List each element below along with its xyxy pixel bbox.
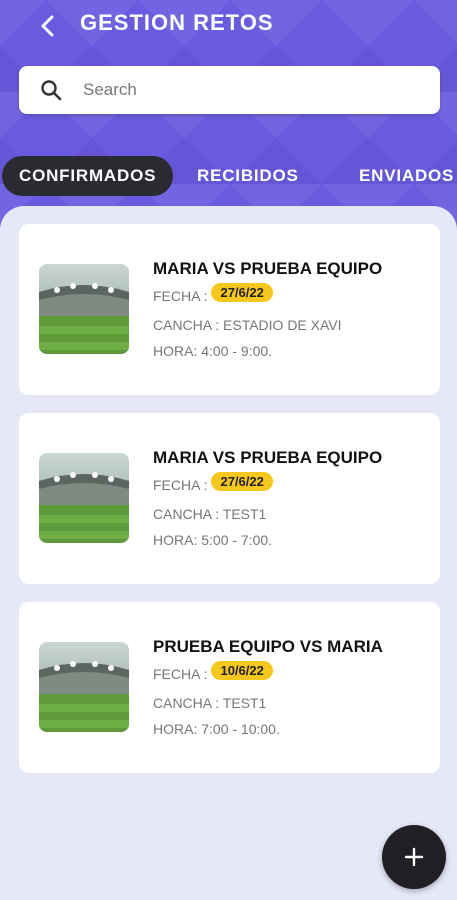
date-badge: 27/6/22 — [211, 283, 273, 302]
search-input[interactable] — [83, 80, 403, 100]
fecha-label: FECHA : — [153, 476, 208, 493]
list-item[interactable]: MARIA VS PRUEBA EQUIPO FECHA : 27/6/22 C… — [19, 224, 440, 395]
match-title: MARIA VS PRUEBA EQUIPO — [153, 448, 383, 467]
tab-confirmados[interactable]: CONFIRMADOS — [2, 156, 174, 196]
list-item[interactable]: PRUEBA EQUIPO VS MARIA FECHA : 10/6/22 C… — [19, 602, 440, 773]
page-title: GESTION RETOS — [80, 10, 274, 35]
hora-text: HORA: 4:00 - 9:00. — [153, 343, 273, 359]
match-title: PRUEBA EQUIPO VS MARIA — [153, 637, 383, 656]
tab-recibidos[interactable]: RECIBIDOS — [197, 156, 299, 196]
fecha-row: FECHA : 10/6/22 — [153, 661, 273, 683]
tab-label: ENVIADOS — [359, 166, 455, 185]
cancha-text: CANCHA : TEST1 — [153, 506, 267, 522]
challenge-list: MARIA VS PRUEBA EQUIPO FECHA : 27/6/22 C… — [0, 206, 457, 900]
match-title: MARIA VS PRUEBA EQUIPO — [153, 259, 383, 278]
fecha-label: FECHA : — [153, 287, 208, 304]
chevron-left-icon — [41, 15, 54, 37]
cancha-text: CANCHA : TEST1 — [153, 695, 267, 711]
search-bar[interactable] — [19, 66, 440, 114]
stadium-image — [39, 264, 129, 354]
cancha-text: CANCHA : ESTADIO DE XAVI — [153, 317, 342, 333]
plus-icon — [404, 847, 424, 867]
app-header: GESTION RETOS CONFIRMADOS RECIBIDOS ENVI… — [0, 0, 457, 232]
add-challenge-button[interactable] — [382, 825, 446, 889]
stadium-image — [39, 453, 129, 543]
fecha-row: FECHA : 27/6/22 — [153, 472, 273, 494]
tab-label: RECIBIDOS — [197, 166, 299, 185]
date-badge: 10/6/22 — [211, 661, 273, 680]
stadium-image — [39, 642, 129, 732]
hora-text: HORA: 7:00 - 10:00. — [153, 721, 280, 737]
tab-bar: CONFIRMADOS RECIBIDOS ENVIADOS — [0, 156, 457, 196]
hora-text: HORA: 5:00 - 7:00. — [153, 532, 273, 548]
list-item[interactable]: MARIA VS PRUEBA EQUIPO FECHA : 27/6/22 C… — [19, 413, 440, 584]
tab-label: CONFIRMADOS — [19, 166, 157, 185]
fecha-row: FECHA : 27/6/22 — [153, 283, 273, 305]
date-badge: 27/6/22 — [211, 472, 273, 491]
back-button[interactable] — [34, 12, 62, 40]
tab-enviados[interactable]: ENVIADOS — [359, 156, 454, 196]
fecha-label: FECHA : — [153, 665, 208, 682]
search-icon — [41, 80, 62, 101]
